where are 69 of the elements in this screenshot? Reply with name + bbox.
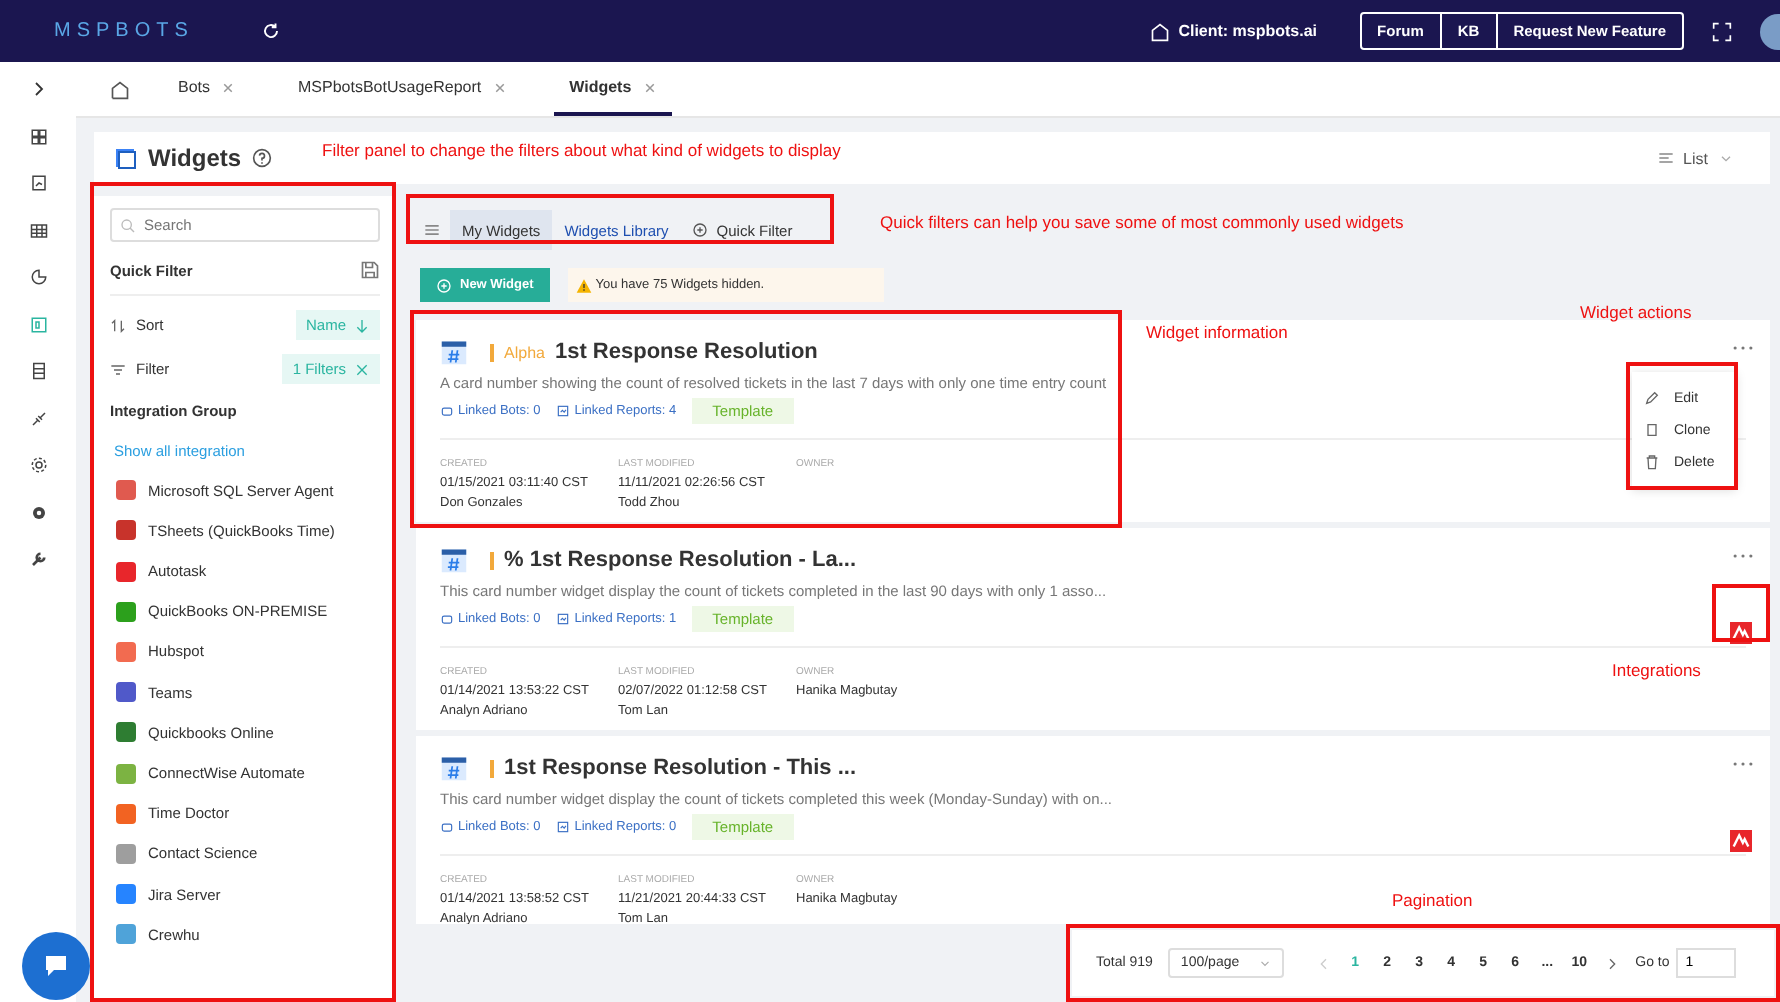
- sort-icon: [110, 317, 126, 333]
- more-icon[interactable]: [1732, 344, 1754, 352]
- annotation-label: Pagination: [1392, 890, 1473, 910]
- close-icon[interactable]: [493, 81, 506, 93]
- fullscreen-icon[interactable]: [1712, 21, 1732, 41]
- widgets-icon: [114, 146, 138, 170]
- list-icon[interactable]: [29, 362, 47, 380]
- widget-card[interactable]: [416, 320, 1770, 522]
- refresh-icon[interactable]: [262, 22, 280, 40]
- close-icon[interactable]: [643, 81, 656, 93]
- widget-title[interactable]: 1st Response Resolution - This ...: [504, 756, 857, 780]
- card-number-icon: [440, 338, 468, 366]
- annotation-label: Widget information: [1146, 322, 1288, 342]
- bot-icon: [440, 612, 454, 626]
- grid-icon[interactable]: [29, 127, 47, 145]
- bot-icon: [440, 820, 454, 834]
- home-icon: [1150, 21, 1171, 41]
- expand-icon[interactable]: [29, 80, 47, 98]
- bot-icon: [440, 404, 454, 418]
- widget-icon[interactable]: [29, 315, 47, 333]
- close-icon[interactable]: [222, 81, 235, 93]
- widget-card[interactable]: [416, 528, 1770, 730]
- report-icon[interactable]: [29, 174, 47, 192]
- gear-icon[interactable]: [29, 456, 47, 474]
- save-icon[interactable]: [360, 260, 380, 280]
- warning-icon: [575, 277, 592, 293]
- widget-title[interactable]: % 1st Response Resolution - La...: [504, 548, 857, 572]
- report-icon: [556, 612, 571, 626]
- trash-icon: [1644, 454, 1660, 470]
- cog-icon[interactable]: [29, 503, 47, 521]
- page-title: Widgets: [148, 144, 242, 172]
- more-icon[interactable]: [1732, 760, 1754, 768]
- annotation-label: Quick filters can help you save some of most commonly used widgets: [880, 212, 1404, 232]
- pencil-icon: [1644, 390, 1660, 406]
- add-icon: [692, 222, 709, 238]
- help-icon[interactable]: [251, 148, 272, 168]
- card-number-icon: [440, 546, 468, 574]
- chat-icon: [42, 954, 70, 978]
- widget-card[interactable]: [416, 736, 1770, 924]
- card-number-icon: [440, 754, 468, 782]
- report-icon: [556, 820, 571, 834]
- copy-icon: [1644, 422, 1660, 438]
- annotation-label: Integrations: [1612, 660, 1701, 680]
- arrow-down-icon: [354, 317, 370, 333]
- wrench-icon[interactable]: [29, 550, 47, 568]
- annotation-frame: [1712, 584, 1770, 642]
- add-icon: [436, 277, 452, 293]
- more-icon[interactable]: [1732, 552, 1754, 560]
- widget-title[interactable]: 1st Response Resolution: [554, 340, 818, 364]
- page-tab[interactable]: Bots: [162, 62, 251, 116]
- client-label: Client: mspbots.ai: [1178, 22, 1318, 40]
- page-tab[interactable]: MSPbotsBotUsageReport: [282, 62, 522, 116]
- link-icon[interactable]: [29, 409, 47, 427]
- table-icon[interactable]: [29, 221, 47, 239]
- annotation-label: Widget actions: [1580, 302, 1692, 322]
- view-dropdown[interactable]: List: [1657, 149, 1734, 167]
- report-icon: [556, 404, 571, 418]
- search-icon: [120, 217, 136, 233]
- page-tab[interactable]: Widgets: [553, 62, 672, 116]
- filter-icon: [110, 361, 126, 377]
- menu-icon[interactable]: [422, 220, 442, 240]
- list-icon: [1657, 150, 1674, 166]
- logo: MSPBOTS: [54, 20, 196, 42]
- chevron-down-icon: [1257, 956, 1272, 970]
- annotation-label: Filter panel to change the filters about what kind of widgets to display: [322, 140, 841, 160]
- chart-icon[interactable]: [29, 268, 47, 286]
- home-icon[interactable]: [110, 79, 130, 99]
- widget-tag: Alpha: [504, 343, 545, 361]
- chevron-down-icon: [1718, 150, 1734, 166]
